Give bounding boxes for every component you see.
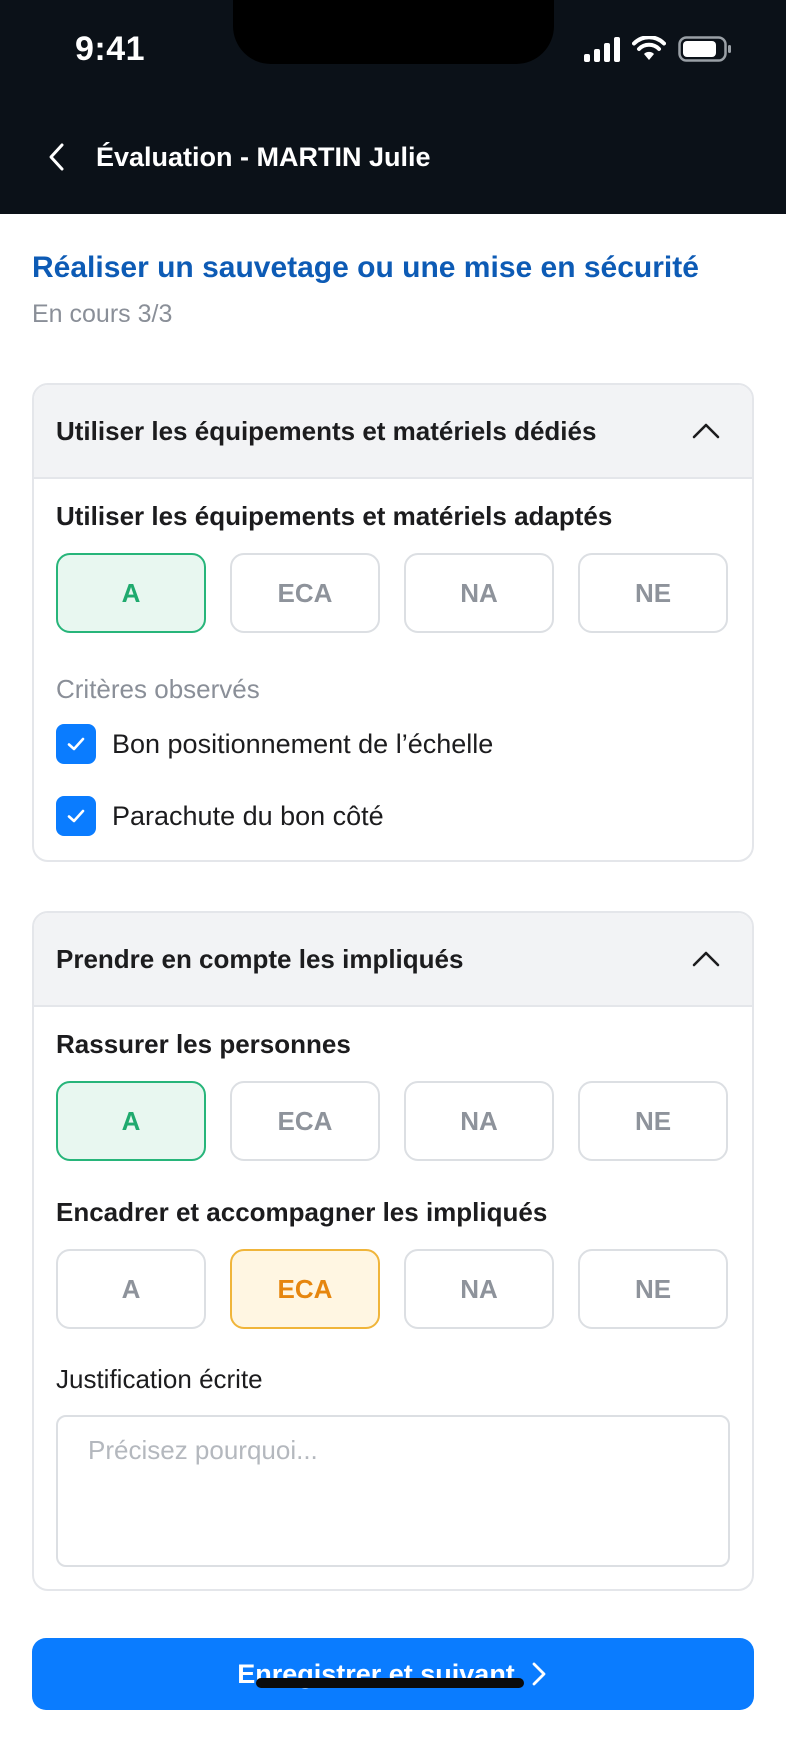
device-notch — [233, 0, 554, 64]
rating-option-ne[interactable]: NE — [578, 553, 728, 633]
section-header[interactable]: Utiliser les équipements et matériels dé… — [34, 385, 752, 479]
justification-textarea[interactable] — [56, 1415, 730, 1567]
observed-criteria-label: Critères observés — [56, 674, 260, 704]
checkbox-checked[interactable] — [56, 724, 96, 764]
chevron-up-icon[interactable] — [690, 415, 722, 447]
save-and-next-button[interactable]: Enregistrer et suivant — [32, 1638, 754, 1710]
chevron-up-icon[interactable] — [690, 943, 722, 975]
rating-option-ne[interactable]: NE — [578, 1249, 728, 1329]
back-chevron-icon[interactable] — [40, 140, 74, 174]
observed-criterion-row[interactable]: Bon positionnement de l’échelle — [56, 724, 493, 764]
rating-option-na[interactable]: NA — [404, 1249, 554, 1329]
rating-option-na[interactable]: NA — [404, 1081, 554, 1161]
section-header[interactable]: Prendre en compte les impliqués — [34, 913, 752, 1007]
observed-criterion-label: Parachute du bon côté — [112, 800, 384, 831]
page-title: Réaliser un sauvetage ou une mise en séc… — [32, 251, 699, 284]
status-icons — [584, 36, 732, 62]
rating-option-a[interactable]: A — [56, 553, 206, 633]
rating-options: A ECA NA NE — [56, 1249, 728, 1329]
header-title: Évaluation - MARTIN Julie — [96, 142, 431, 172]
signal-icon — [584, 36, 620, 62]
rating-option-ne[interactable]: NE — [578, 1081, 728, 1161]
checkbox-checked[interactable] — [56, 796, 96, 836]
wifi-icon — [632, 36, 666, 60]
rating-option-na[interactable]: NA — [404, 553, 554, 633]
section-title: Prendre en compte les impliqués — [56, 944, 464, 974]
rating-options: A ECA NA NE — [56, 553, 728, 633]
chevron-right-icon — [532, 1662, 546, 1686]
progress-status: En cours 3/3 — [32, 300, 173, 328]
rating-option-a[interactable]: A — [56, 1249, 206, 1329]
rating-option-a[interactable]: A — [56, 1081, 206, 1161]
section-card-equipment: Utiliser les équipements et matériels dé… — [32, 383, 754, 862]
top-bar: 9:41 Évaluation - MARTIN Julie — [0, 0, 786, 214]
justification-label: Justification écrite — [56, 1364, 263, 1394]
rating-option-eca[interactable]: ECA — [230, 553, 380, 633]
criterion-label: Encadrer et accompagner les impliqués — [56, 1197, 548, 1227]
criterion-label: Rassurer les personnes — [56, 1029, 351, 1059]
status-time: 9:41 — [75, 30, 146, 68]
checkmark-icon — [67, 737, 85, 751]
criterion-label: Utiliser les équipements et matériels ad… — [56, 501, 613, 531]
checkmark-icon — [67, 809, 85, 823]
observed-criterion-row[interactable]: Parachute du bon côté — [56, 796, 384, 836]
battery-icon — [678, 36, 731, 62]
section-title: Utiliser les équipements et matériels dé… — [56, 416, 597, 446]
home-indicator — [256, 1678, 524, 1688]
rating-option-eca[interactable]: ECA — [230, 1081, 380, 1161]
rating-options: A ECA NA NE — [56, 1081, 728, 1161]
observed-criterion-label: Bon positionnement de l’échelle — [112, 728, 494, 759]
section-card-involved: Prendre en compte les impliqués Rassurer… — [32, 911, 754, 1591]
rating-option-eca[interactable]: ECA — [230, 1249, 380, 1329]
